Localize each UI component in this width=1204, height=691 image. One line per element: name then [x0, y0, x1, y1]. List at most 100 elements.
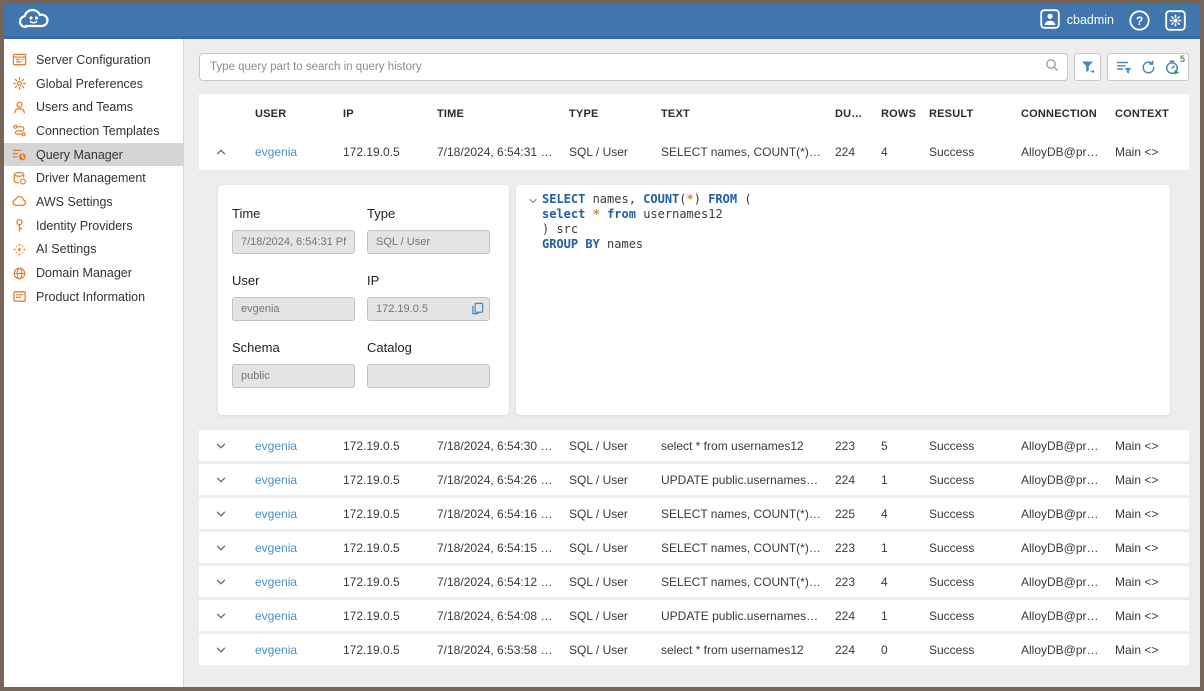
ai-icon — [12, 242, 27, 257]
row-text: SELECT names, COUNT(*) FRO... — [649, 541, 823, 555]
sidebar-item-label: Connection Templates — [36, 124, 159, 138]
copy-icon[interactable] — [470, 301, 485, 316]
query-icon — [12, 147, 27, 162]
row-ip: 172.19.0.5 — [331, 439, 425, 453]
funnel-icon — [1080, 59, 1096, 75]
row-user-link[interactable]: evgenia — [243, 439, 331, 453]
row-result: Success — [917, 575, 1009, 589]
expand-chevron-icon[interactable] — [199, 439, 243, 453]
row-connection: AlloyDB@proje... — [1009, 145, 1103, 159]
expand-chevron-icon[interactable] — [199, 541, 243, 555]
cloudbeaver-logo-icon[interactable] — [16, 7, 56, 33]
col-user[interactable]: USER — [243, 108, 331, 120]
row-user-link[interactable]: evgenia — [243, 473, 331, 487]
row-result: Success — [917, 609, 1009, 623]
expand-chevron-icon[interactable] — [199, 609, 243, 623]
row-time: 7/18/2024, 6:54:08 PM — [425, 609, 557, 623]
code-fold-chevron-icon[interactable] — [524, 192, 542, 408]
col-connection[interactable]: CONNECTION — [1009, 108, 1103, 120]
row-duration: 225 — [823, 507, 869, 521]
sidebar-item-query-manager[interactable]: Query Manager — [4, 143, 183, 167]
row-context: Main <> — [1103, 643, 1189, 657]
time-label: Time — [232, 206, 355, 221]
sidebar-item-aws-settings[interactable]: AWS Settings — [4, 190, 183, 214]
sidebar-item-label: Driver Management — [36, 171, 146, 185]
sidebar-item-users-and-teams[interactable]: Users and Teams — [4, 95, 183, 119]
templates-icon — [12, 123, 27, 138]
sidebar-item-domain-manager[interactable]: Domain Manager — [4, 261, 183, 285]
table-row[interactable]: evgenia172.19.0.57/18/2024, 6:54:30 PMSQ… — [199, 430, 1189, 461]
table-row-expanded[interactable]: evgenia 172.19.0.5 7/18/2024, 6:54:31 PM… — [199, 133, 1189, 170]
sidebar-item-identity-providers[interactable]: Identity Providers — [4, 214, 183, 238]
col-type[interactable]: TYPE — [557, 108, 649, 120]
sidebar-item-ai-settings[interactable]: AI Settings — [4, 238, 183, 262]
table-row[interactable]: evgenia172.19.0.57/18/2024, 6:54:12 PMSQ… — [199, 566, 1189, 597]
show-all-queries-button[interactable] — [1112, 54, 1136, 80]
row-type: SQL / User — [557, 145, 649, 159]
time-field: Time — [232, 206, 355, 254]
row-user-link[interactable]: evgenia — [243, 643, 331, 657]
sidebar-item-global-preferences[interactable]: Global Preferences — [4, 72, 183, 96]
row-user-link[interactable]: evgenia — [243, 507, 331, 521]
row-user-link[interactable]: evgenia — [243, 145, 331, 159]
type-field: Type — [367, 206, 490, 254]
user-menu[interactable]: cbadmin — [1040, 9, 1114, 32]
row-time: 7/18/2024, 6:54:12 PM — [425, 575, 557, 589]
auto-refresh-button[interactable]: 5 — [1160, 54, 1184, 80]
expand-chevron-icon[interactable] — [199, 643, 243, 657]
table-row[interactable]: evgenia172.19.0.57/18/2024, 6:54:08 PMSQ… — [199, 600, 1189, 631]
col-time[interactable]: TIME — [425, 108, 557, 120]
sidebar-item-server-configuration[interactable]: Server Configuration — [4, 48, 183, 72]
row-result: Success — [917, 145, 1009, 159]
user-field: User — [232, 273, 355, 321]
refresh-button[interactable] — [1136, 54, 1160, 80]
col-duration[interactable]: DURA... — [823, 108, 869, 120]
row-text: UPDATE public.usernames12 SE... — [649, 609, 823, 623]
row-user-link[interactable]: evgenia — [243, 575, 331, 589]
globe-icon — [12, 266, 27, 281]
table-row[interactable]: evgenia172.19.0.57/18/2024, 6:54:15 PMSQ… — [199, 532, 1189, 563]
search-input[interactable] — [210, 61, 1045, 73]
col-rows[interactable]: ROWS — [869, 108, 917, 120]
sidebar-item-product-information[interactable]: Product Information — [4, 285, 183, 309]
col-text[interactable]: TEXT — [649, 108, 823, 120]
query-history-rows: evgenia172.19.0.57/18/2024, 6:54:30 PMSQ… — [199, 430, 1189, 668]
row-connection: AlloyDB@proje... — [1009, 439, 1103, 453]
row-user-link[interactable]: evgenia — [243, 541, 331, 555]
search-box — [199, 53, 1068, 81]
filter-button[interactable] — [1074, 53, 1101, 81]
expand-chevron-icon[interactable] — [199, 507, 243, 521]
query-history-toolbar: 5 — [184, 39, 1200, 94]
row-context: Main <> — [1103, 609, 1189, 623]
col-result[interactable]: RESULT — [917, 108, 1009, 120]
row-duration: 224 — [823, 145, 869, 159]
col-context[interactable]: CONTEXT — [1103, 108, 1189, 120]
row-context: Main <> — [1103, 145, 1189, 159]
catalog-value-input — [367, 364, 490, 388]
table-header-row: USER IP TIME TYPE TEXT DURA... ROWS RESU… — [199, 94, 1189, 133]
expand-chevron-icon[interactable] — [199, 575, 243, 589]
row-time: 7/18/2024, 6:54:30 PM — [425, 439, 557, 453]
sidebar-item-connection-templates[interactable]: Connection Templates — [4, 119, 183, 143]
table-row[interactable]: evgenia172.19.0.57/18/2024, 6:54:26 PMSQ… — [199, 464, 1189, 495]
schema-field: Schema — [232, 340, 355, 388]
row-type: SQL / User — [557, 507, 649, 521]
sql-query-text[interactable]: SELECT names, COUNT(*) FROM (select * fr… — [542, 192, 752, 408]
table-row[interactable]: evgenia172.19.0.57/18/2024, 6:54:16 PMSQ… — [199, 498, 1189, 529]
col-ip[interactable]: IP — [331, 108, 425, 120]
row-context: Main <> — [1103, 575, 1189, 589]
collapse-chevron-icon[interactable] — [199, 145, 243, 159]
row-user-link[interactable]: evgenia — [243, 609, 331, 623]
settings-button[interactable] — [1165, 10, 1186, 31]
row-text: UPDATE public.usernames12 SE... — [649, 473, 823, 487]
table-row[interactable]: evgenia172.19.0.57/18/2024, 6:53:58 PMSQ… — [199, 634, 1189, 665]
app-window: cbadmin ? Server Configuration — [0, 0, 1204, 691]
row-context: Main <> — [1103, 507, 1189, 521]
sidebar-item-driver-management[interactable]: Driver Management — [4, 166, 183, 190]
row-text: select * from usernames12 — [649, 439, 823, 453]
expand-chevron-icon[interactable] — [199, 473, 243, 487]
help-button[interactable]: ? — [1129, 10, 1150, 31]
time-value-input — [232, 230, 355, 254]
query-properties-card: TimeTypeUserIPSchemaCatalog — [218, 185, 509, 415]
list-filter-icon — [1116, 59, 1133, 76]
